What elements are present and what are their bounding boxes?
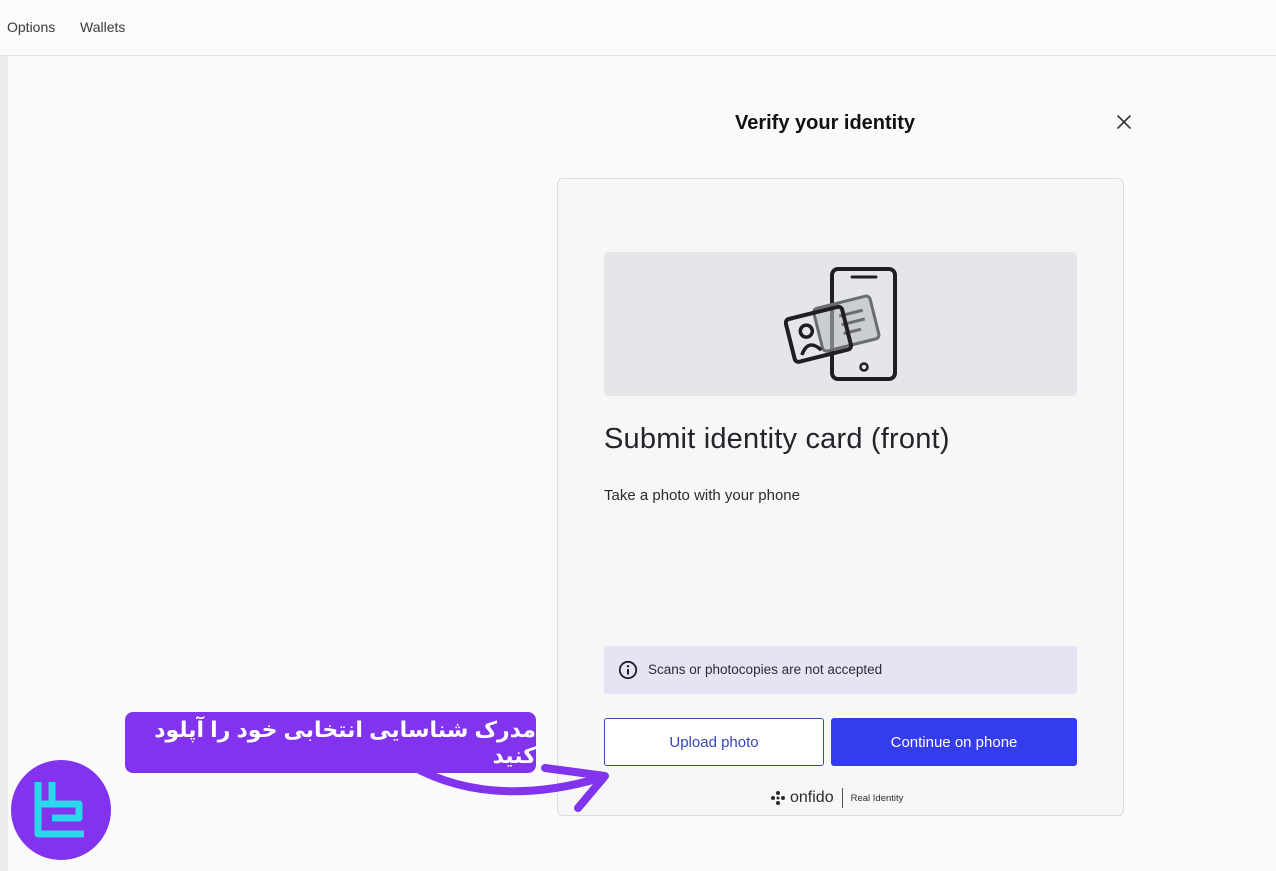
top-navigation-bar: Options Wallets: [0, 0, 1276, 56]
brand-separator: [841, 788, 843, 808]
card-heading: Submit identity card (front): [604, 423, 950, 455]
notice-banner: Scans or photocopies are not accepted: [604, 646, 1077, 694]
annotation-arrow-icon: [406, 761, 609, 812]
illustration-panel: [604, 252, 1077, 396]
onfido-logo-icon: [771, 791, 785, 805]
continue-on-phone-button[interactable]: Continue on phone: [831, 718, 1077, 766]
info-icon: [618, 660, 638, 680]
close-icon: [1117, 115, 1131, 129]
site-logo-icon: [11, 760, 111, 860]
verification-card: Submit identity card (front) Take a phot…: [557, 178, 1124, 816]
notice-text: Scans or photocopies are not accepted: [648, 662, 883, 677]
modal-title: Verify your identity: [734, 112, 916, 134]
close-button[interactable]: [1112, 110, 1136, 134]
nav-item-wallets[interactable]: Wallets: [80, 19, 125, 35]
left-edge-divider: [0, 56, 8, 871]
upload-photo-button[interactable]: Upload photo: [604, 718, 824, 766]
card-subtitle: Take a photo with your phone: [604, 487, 800, 504]
brand-name: onfido: [790, 789, 834, 806]
nav-item-options[interactable]: Options: [7, 19, 55, 35]
id-card-phone-icon: [784, 267, 897, 381]
brand-tagline: Real Identity: [850, 792, 904, 804]
brand-footer: onfido Real Identity: [770, 787, 903, 809]
